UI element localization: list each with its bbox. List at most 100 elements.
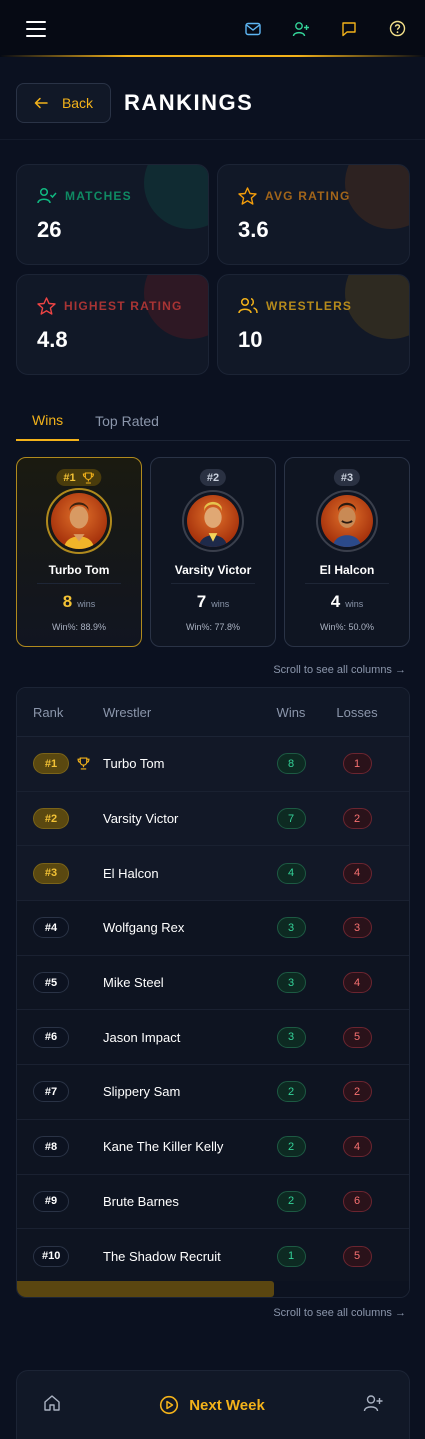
losses-pill: 6: [342, 1190, 372, 1212]
chat-icon[interactable]: [339, 19, 359, 39]
losses-pill: 2: [342, 808, 372, 830]
wins-cell: 4: [261, 862, 321, 884]
losses-pill: 4: [342, 1136, 372, 1158]
podium-card-1[interactable]: #1 Turbo Tom 8 wins Win%: 88.9%: [16, 457, 142, 647]
back-button[interactable]: Back: [16, 83, 111, 123]
rank-badge: #2: [33, 808, 69, 830]
wrestler-name: Turbo Tom: [103, 756, 165, 772]
losses-cell: 5: [321, 1245, 393, 1267]
rank-cell: #1: [17, 753, 103, 775]
win-percentage: Win%: 88.9%: [51, 622, 107, 632]
home-icon[interactable]: [43, 1394, 61, 1417]
wrestler-name: The Shadow Recruit: [103, 1248, 221, 1264]
table-row[interactable]: #5 Mike Steel 3 4: [17, 956, 409, 1011]
wins-pill: 3: [276, 1026, 306, 1048]
ranking-tabs: Wins Top Rated: [16, 400, 410, 441]
losses-pill: 4: [342, 862, 372, 884]
table-row[interactable]: #8 Kane The Killer Kelly 2 4: [17, 1120, 409, 1175]
rank-cell: #3: [17, 862, 103, 884]
losses-cell: 6: [321, 1190, 393, 1212]
stat-card-matches: MATCHES 26: [16, 164, 209, 265]
scroll-hint: Scroll to see all columns →: [273, 1307, 406, 1319]
stat-label: HIGHEST RATING: [64, 299, 183, 313]
table-row[interactable]: #4 Wolfgang Rex 3 3: [17, 901, 409, 956]
wins-pill: 7: [276, 808, 306, 830]
avatar: [182, 490, 244, 552]
tab-top-rated[interactable]: Top Rated: [79, 400, 175, 441]
rank-badge: #9: [33, 1190, 69, 1212]
avatar: [46, 488, 112, 554]
wins-cell: 2: [261, 1190, 321, 1212]
podium-card-3[interactable]: #3 El Halcon 4 wins Win%: 50.0%: [284, 457, 410, 647]
top-bar: [0, 0, 425, 57]
wins-count: 8 wins: [62, 592, 96, 611]
wrestler-name: Jason Impact: [103, 1029, 181, 1045]
top-icons: [243, 19, 407, 39]
wrestler-name: El Halcon: [103, 865, 159, 881]
wrestler-name: Turbo Tom: [48, 563, 110, 577]
losses-pill: 3: [342, 917, 372, 939]
stat-value: 10: [238, 327, 263, 352]
stat-card-avg-rating: AVG RATING 3.6: [217, 164, 410, 265]
podium-card-2[interactable]: #2 Varsity Victor 7 wins Win%: 77.8%: [150, 457, 276, 647]
wrestler-name: El Halcon: [319, 563, 375, 577]
wins-cell: 7: [261, 808, 321, 830]
table-row[interactable]: #7 Slippery Sam 2 2: [17, 1065, 409, 1120]
table-row[interactable]: #9 Brute Barnes 2 6: [17, 1175, 409, 1230]
losses-cell: 2: [321, 808, 393, 830]
next-week-button[interactable]: Next Week: [159, 1395, 265, 1415]
rank-cell: #7: [17, 1081, 103, 1103]
table-header: Rank Wrestler Wins Losses: [17, 688, 409, 737]
rank-cell: #6: [17, 1026, 103, 1048]
play-circle-icon: [160, 1395, 179, 1415]
rank-badge: #1: [33, 753, 69, 775]
table-row[interactable]: #1 Turbo Tom 8 1: [17, 737, 409, 792]
losses-cell: 1: [321, 753, 393, 775]
wins-cell: 3: [261, 972, 321, 994]
star-icon: [238, 187, 257, 205]
rank-badge: #7: [33, 1081, 69, 1103]
user-plus-icon[interactable]: [291, 19, 311, 39]
rank-badge: #10: [33, 1245, 70, 1267]
wins-pill: 4: [276, 862, 306, 884]
arrow-left-icon: [34, 97, 48, 109]
bottom-nav: Next Week: [16, 1370, 410, 1439]
star-icon: [37, 297, 56, 315]
losses-pill: 1: [342, 753, 372, 775]
wins-pill: 2: [276, 1081, 306, 1103]
table-row[interactable]: #2 Varsity Victor 7 2: [17, 791, 409, 847]
losses-cell: 4: [321, 862, 393, 884]
horizontal-scrollbar[interactable]: [17, 1281, 409, 1297]
rank-cell: #8: [17, 1136, 103, 1158]
table-row[interactable]: #6 Jason Impact 3 5: [17, 1010, 409, 1066]
menu-icon[interactable]: [26, 20, 46, 37]
col-rank: Rank: [33, 704, 64, 720]
rank-badge: #2: [199, 469, 227, 486]
rank-badge: #8: [33, 1136, 69, 1158]
table-row[interactable]: #3 El Halcon 4 4: [17, 846, 409, 902]
help-icon[interactable]: [387, 19, 407, 39]
wins-pill: 3: [276, 917, 306, 939]
mail-icon[interactable]: [243, 19, 263, 39]
page-title: RANKINGS: [124, 90, 254, 115]
rank-cell: #9: [17, 1190, 103, 1212]
wrestler-name: Varsity Victor: [103, 811, 179, 827]
rank-badge: #3: [333, 469, 361, 486]
trophy-icon: [83, 471, 95, 484]
losses-pill: 2: [342, 1081, 372, 1103]
wrestler-name: Wolfgang Rex: [103, 920, 185, 936]
tab-wins[interactable]: Wins: [16, 400, 80, 441]
scroll-hint: Scroll to see all columns →: [273, 664, 406, 676]
table-row[interactable]: #10 The Shadow Recruit 1 5: [17, 1229, 409, 1284]
col-losses: Losses: [336, 704, 378, 720]
rank-cell: #2: [17, 808, 103, 830]
losses-pill: 4: [342, 972, 372, 994]
stat-value: 4.8: [37, 327, 68, 352]
losses-cell: 4: [321, 972, 393, 994]
rankings-table[interactable]: Rank Wrestler Wins Losses #1 Turbo Tom 8 1 #…: [16, 687, 410, 1298]
avatar: [316, 490, 378, 552]
win-percentage: Win%: 50.0%: [319, 622, 375, 632]
wins-cell: 8: [261, 753, 321, 775]
stat-value: 3.6: [238, 217, 269, 242]
user-plus-icon[interactable]: [363, 1394, 383, 1417]
